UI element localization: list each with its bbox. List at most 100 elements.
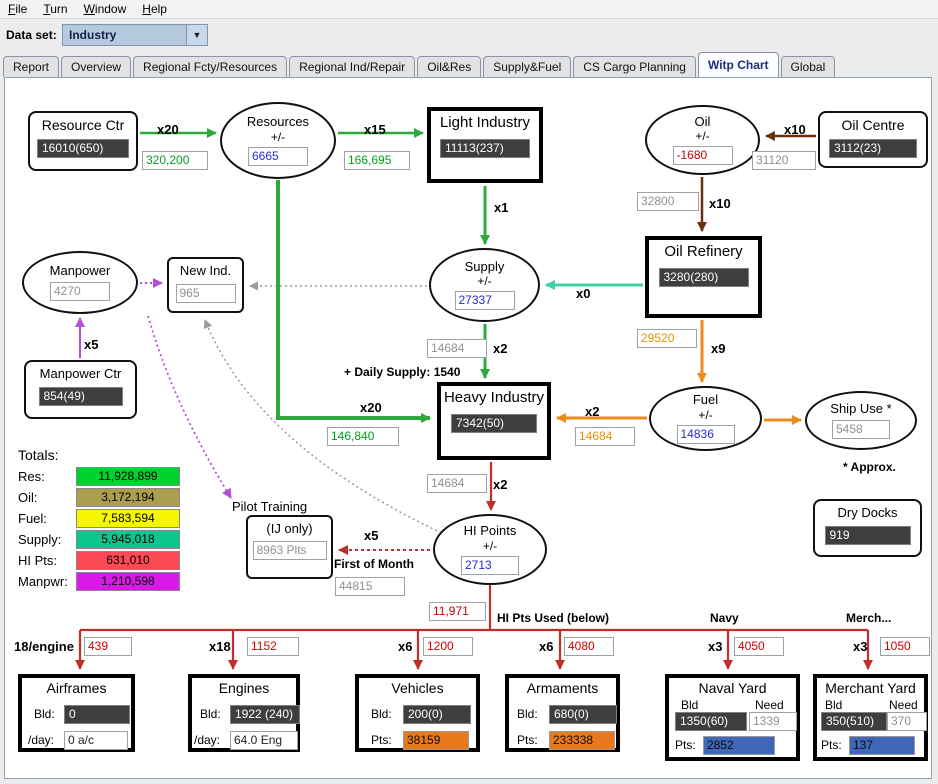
flow-mult: x6 [539,639,554,654]
menu-window[interactable]: Window [76,1,135,17]
node-title: Dry Docks [837,505,898,520]
node-supply: Supply +/- 27337 [429,248,540,322]
node-title: Resources [246,114,310,130]
node-sub: +/- [477,274,492,289]
totals-value-res: 11,928,899 [76,467,180,486]
node-title: Light Industry [439,114,531,131]
flow-value: 44815 [335,577,405,596]
totals-title: Totals: [18,447,59,463]
node-title: New Ind. [179,263,232,278]
dropdown-arrow-icon[interactable]: ▼ [186,25,207,45]
node-value: 16010(650) [37,139,129,159]
totals-value-manpwr: 1,210,598 [76,572,180,591]
bld-label: Bld: [517,707,538,721]
flow-value: 14684 [575,427,635,446]
node-value: 3112(23) [829,139,917,159]
node-title: Oil Refinery [664,243,743,260]
tab-regional-ind-repair[interactable]: Regional Ind/Repair [289,56,416,77]
node-title: Oil [694,113,711,129]
node-manpower-ctr: Manpower Ctr 854(49) [24,360,137,419]
factory-title: Airframes [46,680,107,696]
pts-value: 38159 [403,731,469,750]
menu-file[interactable]: File [0,1,35,17]
node-value: 14836 [676,424,735,444]
perday-value: 0 a/c [64,731,128,750]
node-sub: +/- [482,538,498,553]
node-title: Manpower [49,263,111,279]
bld-value: 1922 (240) [230,705,300,724]
bld-value: 1350(60) [675,712,747,731]
flow-value: 31120 [752,151,816,170]
factory-title: Naval Yard [698,680,767,696]
totals-value-oil: 3,172,194 [76,488,180,507]
menu-help[interactable]: Help [134,1,175,17]
bld-value: 680(0) [549,705,617,724]
node-value: 5458 [832,419,890,439]
dataset-select[interactable]: Industry ▼ [62,24,208,46]
tab-regional-fcty-resources[interactable]: Regional Fcty/Resources [133,56,288,77]
dataset-value: Industry [69,28,117,42]
bld-header: Bld [681,698,699,712]
flow-mult: x3 [853,639,868,654]
tab-supply-fuel[interactable]: Supply&Fuel [483,56,572,77]
tab-oil-res[interactable]: Oil&Res [417,56,482,77]
pilot-training-title: Pilot Training [232,499,308,514]
totals-value-fuel: 7,583,594 [76,509,180,528]
pts-value: 2852 [703,736,775,755]
bld-label: Bld: [200,707,221,721]
flow-mult: 18/engine [14,639,74,654]
flow-value: 29520 [637,329,697,348]
node-value: 11113(237) [440,138,530,158]
totals-label-manpwr: Manpwr: [18,574,68,589]
pts-value: 137 [849,736,915,755]
tab-bar: Report Overview Regional Fcty/Resources … [3,52,836,77]
flow-value: 1152 [247,637,299,656]
node-value: 4270 [50,281,110,301]
node-resources: Resources +/- 6665 [220,102,336,179]
tab-report[interactable]: Report [3,56,60,77]
node-value: 8963 Plts [252,541,327,561]
node-title: Ship Use * [830,401,892,417]
pts-label: Pts: [517,733,538,747]
tab-witp-chart[interactable]: Witp Chart [697,52,779,77]
need-header: Need [889,698,918,712]
node-title: Supply [464,258,505,274]
flow-mult: x5 [364,528,379,543]
factory-engines: Engines Bld: 1922 (240) /day: 64.0 Eng [188,674,300,752]
tab-cs-cargo-planning[interactable]: CS Cargo Planning [573,56,696,77]
factory-vehicles: Vehicles Bld: 200(0) Pts: 38159 [355,674,480,752]
bld-value: 200(0) [403,705,471,724]
node-value: 6665 [248,146,308,166]
node-title: Oil Centre [841,117,905,133]
hi-pts-used-note: HI Pts Used (below) [497,611,610,625]
flow-value: 32800 [637,192,699,211]
node-sub: (IJ only) [266,521,313,536]
flow-mult: x2 [493,341,508,356]
flow-mult: x1 [494,200,509,215]
need-header: Need [755,698,784,712]
tab-global[interactable]: Global [780,56,836,77]
node-value: 2713 [461,555,519,575]
flow-mult: x20 [157,122,179,137]
perday-value: 64.0 Eng [230,731,298,750]
node-oil: Oil +/- -1680 [645,105,760,175]
node-ship-use: Ship Use * 5458 [805,391,917,450]
menu-turn[interactable]: Turn [35,1,75,17]
totals-label-fuel: Fuel: [18,511,47,526]
flow-mult: x2 [585,404,600,419]
flow-value: 439 [84,637,132,656]
menu-bar: File Turn Window Help [0,0,938,19]
totals-label-res: Res: [18,469,45,484]
tab-overview[interactable]: Overview [61,56,132,77]
node-resource-ctr: Resource Ctr 16010(650) [28,111,138,171]
node-value: 27337 [454,291,515,311]
flow-mult: x5 [84,337,99,352]
factory-title: Vehicles [391,680,444,696]
node-value: 3280(280) [658,267,749,287]
pts-value: 233338 [549,731,615,750]
pts-label: Pts: [821,738,842,752]
totals-value-supply: 5,945,018 [76,530,180,549]
node-value: 919 [824,526,911,546]
perday-label: /day: [28,733,55,747]
dataset-toolbar: Data set: Industry ▼ [0,19,938,52]
